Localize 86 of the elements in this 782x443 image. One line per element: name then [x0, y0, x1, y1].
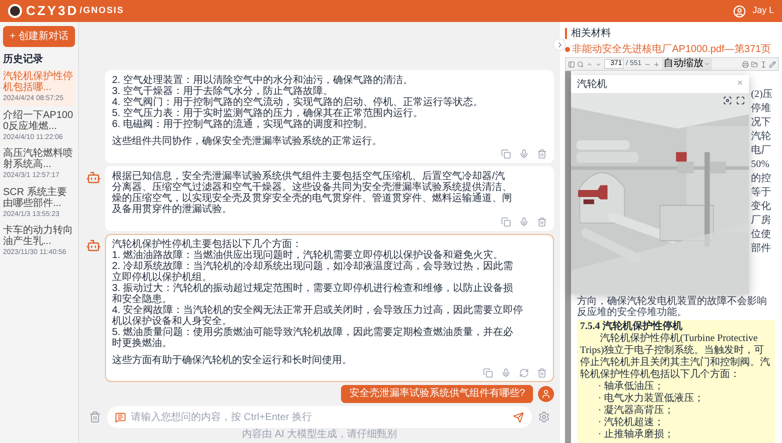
copy-icon[interactable]	[483, 368, 493, 378]
bullet-item: · 汽轮机超速；	[597, 417, 665, 428]
refresh-icon[interactable]	[519, 368, 529, 378]
page-text-fragment: 电厂	[751, 145, 772, 157]
user-icon[interactable]	[733, 4, 746, 18]
zoom-select[interactable]: 自动缩放	[662, 58, 712, 70]
answer-text-line: 这些方面有助于确保汽轮机的安全运行和长时间使用。	[112, 355, 353, 366]
folder-icon[interactable]	[751, 60, 758, 68]
new-chat-button[interactable]: + 创建新对话	[3, 26, 75, 47]
answer-text-line: 这些组件共同协作，确保安全壳泄漏率试验系统的正常运行。	[112, 136, 383, 147]
section-heading: 7.5.4 汽轮机保护性停机	[580, 320, 684, 332]
zoom-in-icon[interactable]	[652, 60, 660, 68]
collapse-button[interactable]	[553, 38, 566, 51]
answer-text-line: 2. 空气处理装置：用以清除空气中的水分和油污，确保气路的清洁。	[112, 75, 414, 86]
page-text-fragment: 等于	[751, 187, 772, 199]
section-paragraph: 汽轮机保护性停机(Turbine Protective Trips)独立于电子控制系统。当触发时，可停止汽轮机并且关闭其主汽门和控制阀。汽轮机保护性停机包括以下几个方面：	[580, 333, 771, 380]
send-icon[interactable]	[513, 412, 524, 422]
person-icon	[541, 389, 551, 399]
page-text-fragment: 况下	[751, 117, 772, 129]
answer-text-line: 4. 空气阀门：用于控制气路的空气流动，实现气路的启动、停机、正常运行等状态。	[112, 97, 484, 108]
chat-input-box[interactable]: 请输入您想问的内容，按 Ctrl+Enter 换行	[107, 406, 532, 428]
answer-text-line: 3. 振动过大：汽轮机的振动超过规定范围时，需要立即停机进行检查和维修，以防止设备损	[112, 283, 514, 294]
answer-text-line: 机以保护设备和人身安全。	[112, 316, 232, 327]
bullet-item: · 电气水力装置低液压；	[597, 393, 705, 404]
focus-icon[interactable]	[723, 96, 732, 105]
answer-text-line: 3. 空气干燥器：用于去除气水分，防止气路故障。	[112, 86, 334, 97]
chevron-up-icon[interactable]	[586, 60, 593, 68]
answer-text-line: 汽轮机保护性停机主要包括以下几个方面：	[112, 239, 303, 250]
answer-text-line: 1. 燃油油路故障：当燃油供应出现问题时，汽轮机需要立即停机以保护设备和避免火灾。	[112, 250, 504, 261]
answer-text-line: 5. 空气压力表：用于实时监测气路的压力，确保其在正常范围内运行。	[112, 108, 424, 119]
bullet-item: · 凝汽器高背压；	[597, 405, 675, 416]
panel-title: 相关材料	[571, 26, 611, 41]
page-text-fragment: 厂房	[751, 215, 772, 227]
page-text-fragment: 汽轮	[751, 131, 772, 143]
fullscreen-icon[interactable]	[736, 96, 745, 105]
page-text-fragment: (2)压	[751, 89, 774, 101]
message-input-field[interactable]: 请输入您想问的内容，按 Ctrl+Enter 换行	[131, 410, 508, 424]
pencil-icon[interactable]	[769, 60, 776, 68]
trash-icon[interactable]	[537, 217, 547, 227]
answer-text-line: 和安全隐患。	[112, 294, 172, 305]
answer-text-line: 立即停机以保护机组。	[112, 272, 213, 283]
page-text-fragment: 部件	[751, 243, 772, 255]
page-text-fragment: 50%	[751, 159, 770, 171]
user-name[interactable]: Jay L	[752, 4, 774, 18]
answer-text-line: 及备用贯穿件的泄漏试验。	[112, 204, 233, 215]
bullet-item: · 轴承低油压；	[597, 381, 665, 392]
page-text-fragment: 位使	[751, 229, 772, 241]
settings-icon[interactable]	[538, 411, 550, 423]
answer-text-line: 2. 冷却系统故障：当汽轮机的冷却系统出现问题，如冷却液温度过高，会导致过热，因此需	[112, 261, 514, 272]
trash-icon[interactable]	[537, 368, 547, 378]
question-bubble: 安全壳泄漏率试验系统供气组件有哪些?	[341, 385, 533, 403]
trash-icon[interactable]	[89, 411, 101, 423]
answer-text-line: 分离器、压缩空气过滤器和空气干燥器。这些设备共同为安全壳泄漏率试验系统提供清洁、	[112, 182, 513, 193]
page-text-fragment: 的控	[751, 173, 772, 185]
answer-text-line: 4. 安全阀故障：当汽轮机的安全阀无法正常开启或关闭时，会导致压力过高，因此需要立即停	[112, 305, 524, 316]
logo-text: CZY3D	[26, 2, 79, 20]
text-cursor-icon[interactable]	[760, 60, 767, 68]
page-text-fragment: 停堆	[751, 103, 772, 115]
answer-text-line: 燥的压缩空气，以实现安全壳及贯穿安全壳的电气贯穿件、管道贯穿件、燃料运输通道、闸	[112, 193, 513, 204]
sidebar-toggle-icon[interactable]	[568, 60, 575, 68]
page-text-fragment: 变化	[751, 201, 772, 213]
microphone-icon[interactable]	[501, 368, 511, 378]
robot-avatar-icon	[86, 170, 100, 185]
robot-avatar-icon	[86, 238, 100, 253]
copy-icon[interactable]	[501, 149, 511, 159]
printer-icon[interactable]	[742, 60, 749, 68]
trash-icon[interactable]	[537, 149, 547, 159]
copy-icon[interactable]	[501, 217, 511, 227]
disclaimer-text: 内容由 AI 大模型生成，请仔细甄别	[240, 429, 398, 442]
microphone-icon[interactable]	[519, 149, 529, 159]
answer-text-line: 时更换燃油。	[112, 338, 173, 349]
caret-icon	[704, 61, 710, 67]
logo-icon	[8, 4, 22, 18]
history-title: 历史记录	[3, 52, 44, 67]
microphone-icon[interactable]	[519, 217, 529, 227]
bullet-item: · 止推轴承磨损；	[597, 429, 675, 441]
window-title: 汽轮机	[577, 78, 607, 92]
answer-text-line: 根据已知信息，安全壳泄漏率试验系统供气组件主要包括空气压缩机、后置空气冷却器/汽	[112, 171, 506, 182]
chevron-down-icon[interactable]	[595, 60, 602, 68]
search-icon[interactable]	[577, 60, 584, 68]
page-text-line: 方向，确保汽轮发电机装置的故障不会影响反应堆的安全停堆功能。	[577, 296, 768, 318]
answer-text-line: 5. 燃油质量问题：使用劣质燃油可能导致汽轮机故障，因此需要定期检查燃油质量，并在必	[112, 327, 514, 338]
source-link[interactable]: 非能动安全先进核电厂AP1000.pdf—第371页	[572, 44, 771, 55]
chat-icon	[115, 412, 126, 422]
logo-subtitle: /GNOSIS	[80, 4, 124, 18]
answer-text-line: 6. 电磁阀：用于控制气路的流通，实现气路的调度和控制。	[112, 119, 374, 130]
